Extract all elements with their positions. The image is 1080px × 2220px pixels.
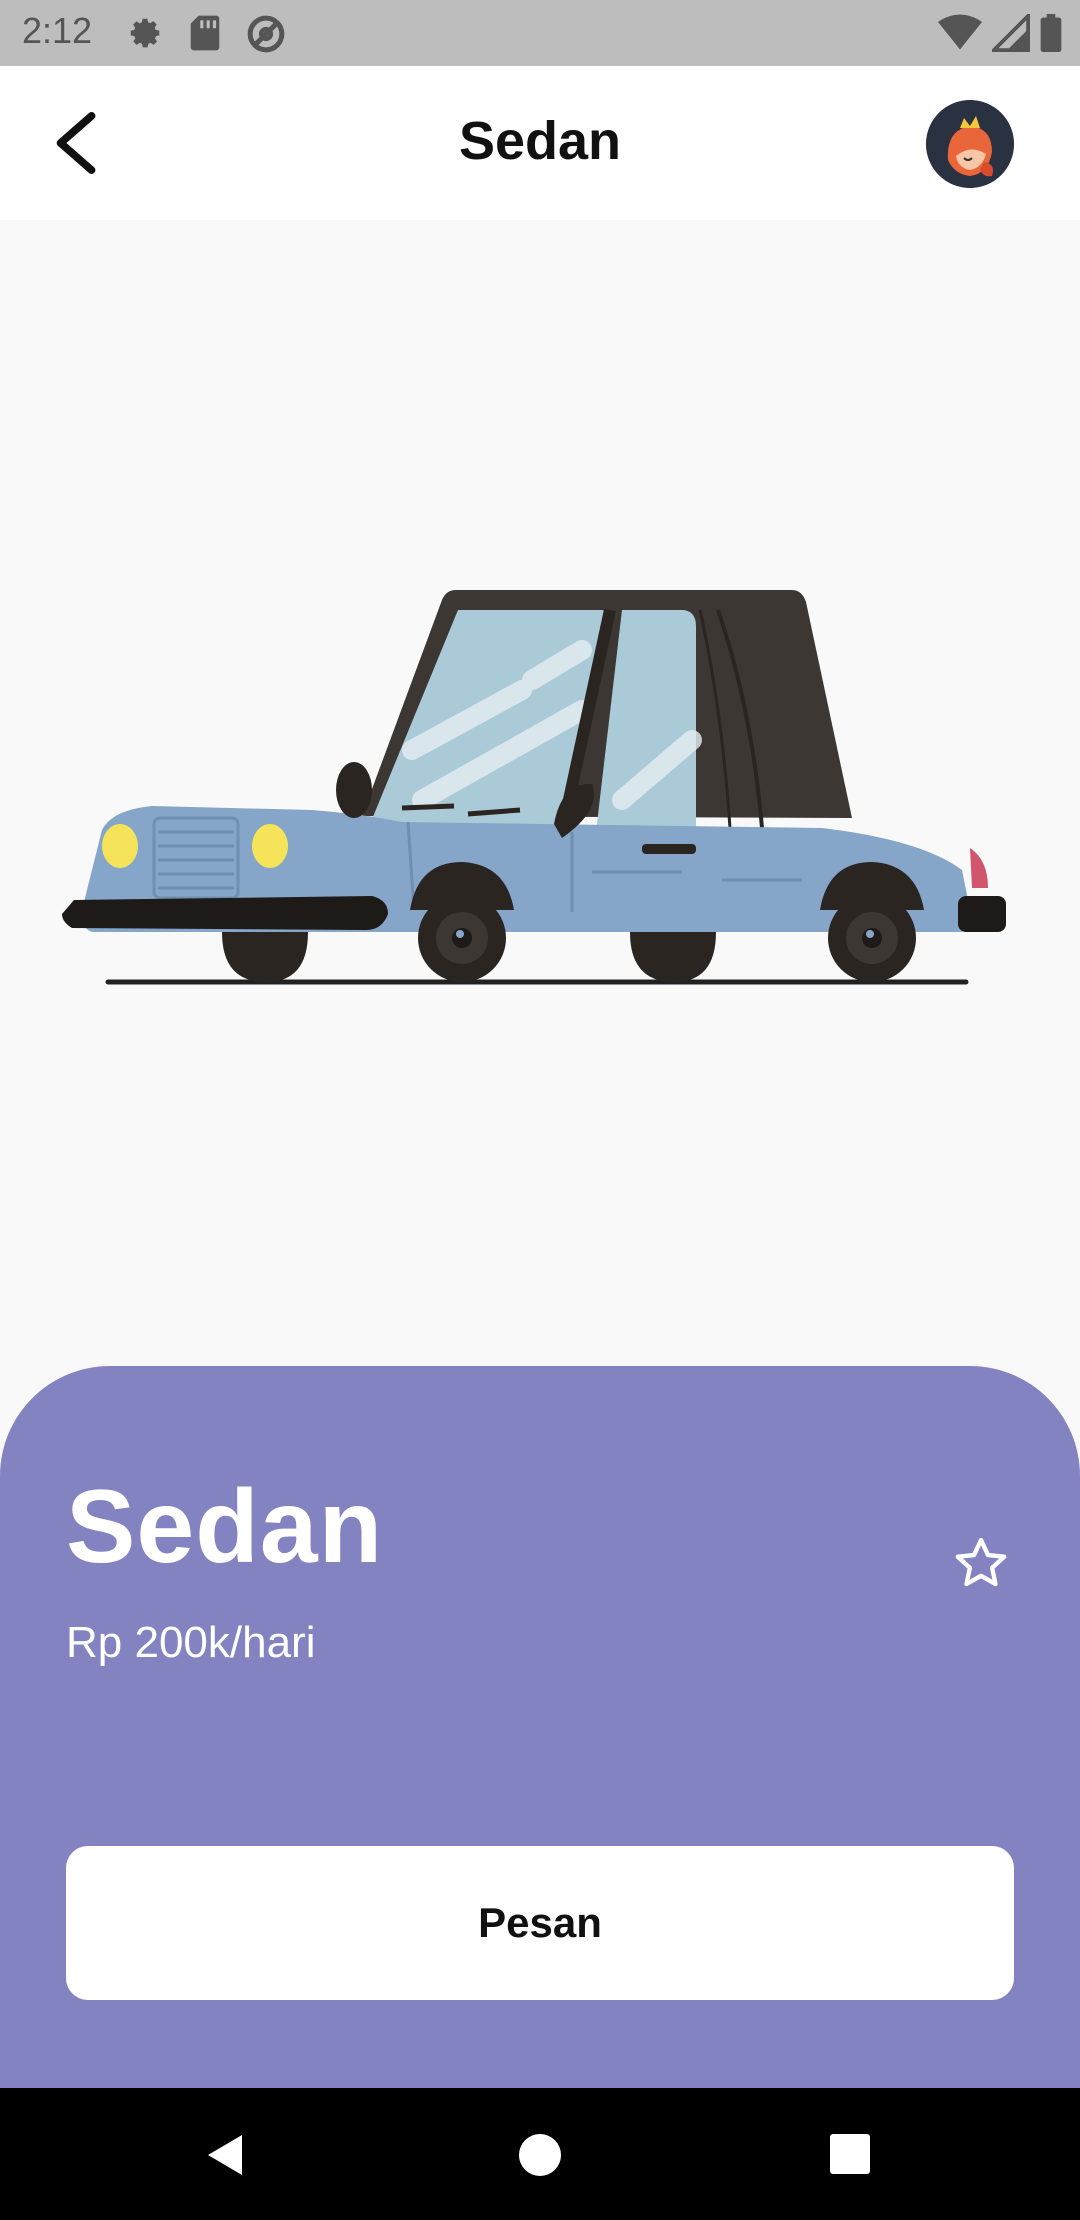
order-button[interactable]: Pesan: [66, 1846, 1014, 2000]
avatar[interactable]: [926, 100, 1014, 188]
star-outline-icon[interactable]: [952, 1534, 1010, 1592]
wifi-icon: [938, 14, 982, 50]
battery-icon: [1040, 14, 1062, 52]
avatar-icon: [926, 100, 1014, 188]
car-illustration: [62, 590, 1006, 985]
status-bar: 2:12: [0, 0, 1080, 66]
status-icons-left: [126, 14, 286, 54]
status-icons-right: [938, 14, 1062, 52]
no-disturb-icon: [247, 15, 285, 53]
page-title: Sedan: [458, 111, 622, 171]
system-nav-bar: [0, 2088, 1080, 2220]
nav-back-icon[interactable]: [200, 2130, 250, 2180]
signal-icon: [992, 14, 1030, 52]
app-bar: Sedan: [0, 66, 1080, 220]
nav-recent-icon[interactable]: [830, 2134, 870, 2174]
car-name: Sedan: [66, 1469, 384, 1585]
car-price: Rp 200k/hari: [66, 1618, 316, 1667]
settings-icon: [130, 18, 160, 48]
sd-card-icon: [190, 15, 220, 51]
nav-home-icon[interactable]: [519, 2134, 561, 2176]
status-time: 2:12: [22, 10, 93, 51]
car-detail-panel: Sedan Rp 200k/hari Pesan: [0, 1366, 1080, 2088]
